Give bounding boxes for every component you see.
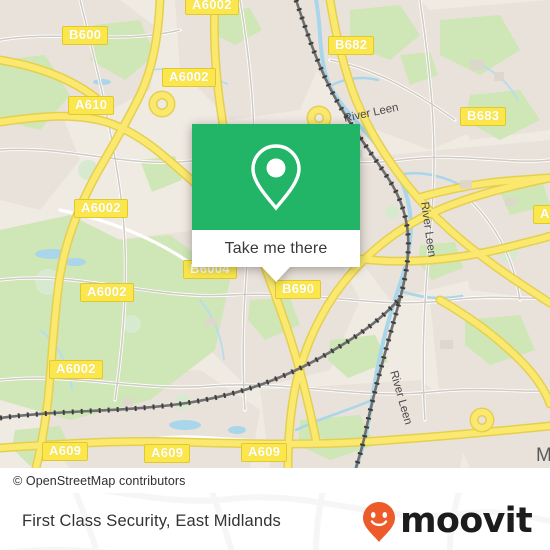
- destination-popup-card[interactable]: Take me there: [192, 124, 360, 282]
- road-shield-a6002-left: A6002: [80, 283, 134, 302]
- take-me-there-label: Take me there: [224, 239, 328, 257]
- road-shield-b600: B600: [62, 26, 109, 45]
- moovit-wordmark: moovit: [400, 501, 533, 541]
- popup-image-area: [192, 124, 360, 230]
- moovit-map-card: A6002 B600 B682 A6002 B683 A610 A6002 A6…: [0, 0, 550, 550]
- moovit-logo[interactable]: moovit: [362, 493, 533, 550]
- road-shield-a6-edge: A6: [533, 205, 550, 224]
- road-shield-a6002-top: A6002: [185, 0, 239, 15]
- road-shield-a609-left: A609: [42, 442, 89, 461]
- road-shield-b682: B682: [328, 36, 375, 55]
- road-shield-a6002-mid: A6002: [74, 199, 128, 218]
- map-pin-icon: [251, 144, 301, 211]
- road-shield-b690: B690: [275, 280, 322, 299]
- road-shield-a610: A610: [68, 96, 115, 115]
- road-shield-a6002-low: A6002: [49, 360, 103, 379]
- road-shield-a609-right: A609: [241, 443, 288, 462]
- road-shield-a609-mid: A609: [144, 444, 191, 463]
- map-viewport[interactable]: A6002 B600 B682 A6002 B683 A610 A6002 A6…: [0, 0, 550, 468]
- road-shield-b683: B683: [460, 107, 507, 126]
- moovit-pin-smiley-icon: [363, 501, 396, 542]
- popup-label-area[interactable]: Take me there: [192, 230, 360, 282]
- map-edge-letter-m: M: [536, 445, 550, 466]
- road-shield-a6002-upper: A6002: [162, 68, 216, 87]
- footer-bar: First Class Security, East Midlands moov…: [0, 493, 550, 550]
- popup-tail-pointer: [262, 267, 290, 282]
- osm-attribution-text[interactable]: © OpenStreetMap contributors: [13, 474, 186, 488]
- place-title-text: First Class Security, East Midlands: [22, 512, 281, 530]
- place-title: First Class Security, East Midlands: [22, 493, 281, 550]
- attribution-bar: © OpenStreetMap contributors: [0, 468, 550, 493]
